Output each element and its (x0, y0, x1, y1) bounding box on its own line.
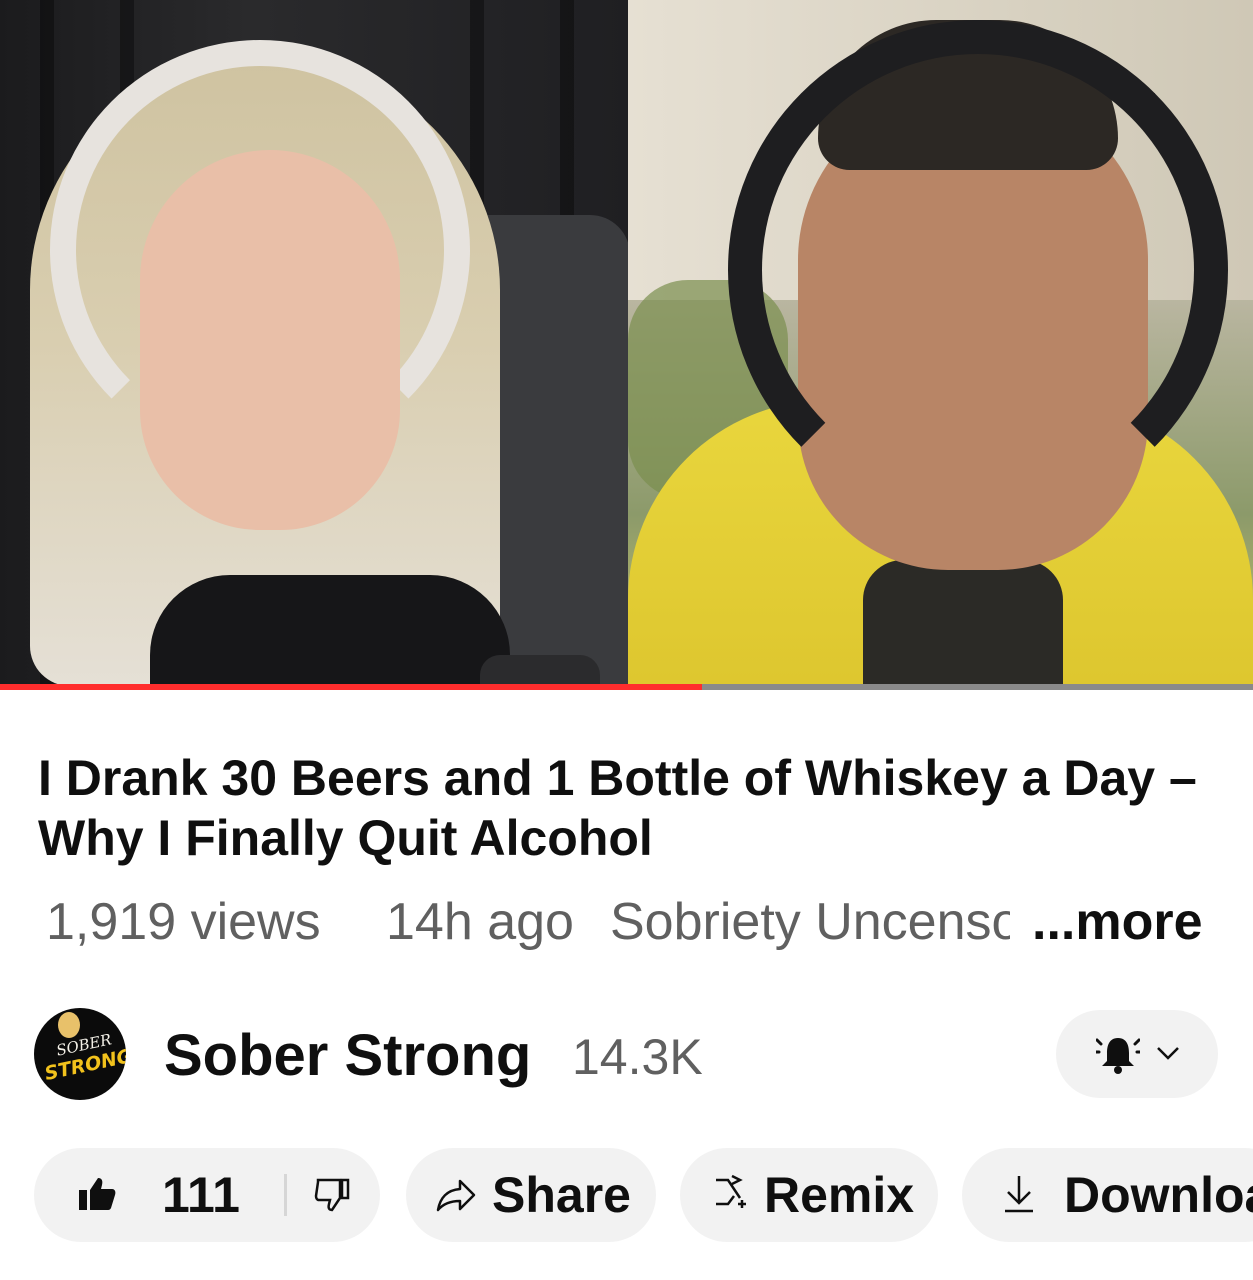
share-button[interactable]: Share (406, 1148, 656, 1242)
chevron-down-icon (1157, 1047, 1179, 1060)
download-label: Download (1064, 1167, 1253, 1223)
like-divider (284, 1174, 287, 1216)
video-frame-right (628, 0, 1253, 686)
notification-bell-button[interactable] (1056, 1010, 1218, 1098)
upload-age: 14h ago (386, 893, 574, 951)
more-link[interactable]: ...more (1032, 892, 1203, 952)
video-metadata[interactable]: 1,919 views 14h ago Sobriety Uncensored … (46, 892, 1236, 962)
video-player[interactable] (0, 0, 1253, 690)
share-arrow-icon (436, 1179, 476, 1212)
channel-avatar[interactable]: SOBER STRONG (34, 1008, 126, 1100)
action-bar: 111 Share Remix Downloa (34, 1148, 1253, 1242)
remix-icon (716, 1174, 746, 1208)
share-label: Share (492, 1167, 631, 1223)
video-frame-left (0, 0, 628, 686)
like-count[interactable]: 111 (162, 1166, 240, 1224)
view-count: 1,919 views (46, 893, 321, 951)
remix-button[interactable]: Remix (680, 1148, 938, 1242)
thumbs-down-icon[interactable] (314, 1178, 350, 1212)
like-dislike-group: 111 (34, 1148, 380, 1242)
playlist-name: Sobriety Uncensored (610, 893, 1010, 951)
channel-name[interactable]: Sober Strong (164, 1022, 531, 1089)
bell-ringing-icon (1096, 1038, 1140, 1074)
video-info-card: I Drank 30 Beers and 1 Bottle of Whiskey… (0, 690, 1253, 1280)
download-button[interactable]: Download (962, 1148, 1253, 1242)
remix-label: Remix (764, 1167, 915, 1223)
download-icon (1005, 1176, 1033, 1213)
channel-row: SOBER STRONG Sober Strong 14.3K (34, 1008, 1224, 1100)
video-title[interactable]: I Drank 30 Beers and 1 Bottle of Whiskey… (38, 748, 1218, 868)
subscriber-count: 14.3K (572, 1029, 703, 1085)
avatar-figure (58, 1012, 80, 1038)
thumbs-up-icon[interactable] (78, 1176, 116, 1212)
